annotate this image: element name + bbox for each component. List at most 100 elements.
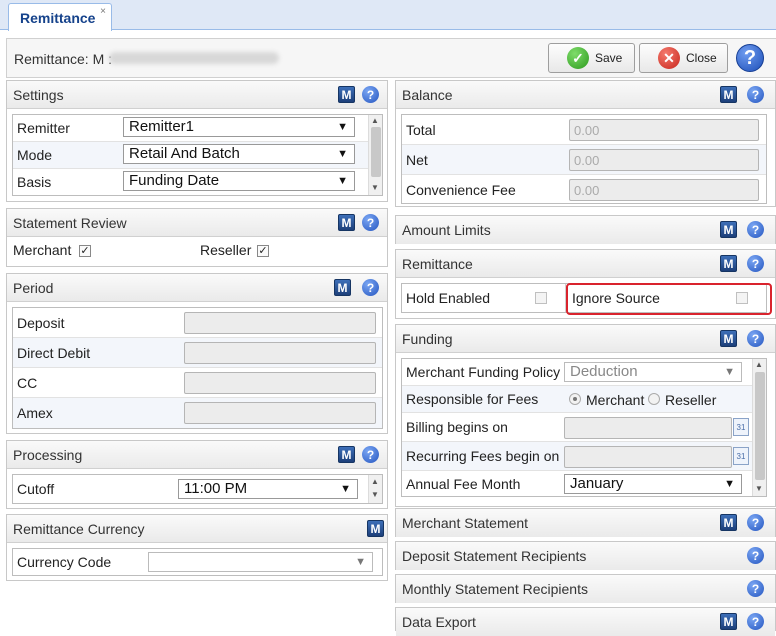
billing-begins-field[interactable] bbox=[564, 417, 732, 439]
help-icon[interactable]: ? bbox=[747, 221, 764, 238]
funding-grid: Merchant Funding Policy Deduction ▼ Respo… bbox=[401, 358, 767, 497]
m-icon[interactable]: M bbox=[334, 279, 351, 296]
merchant-statement-header[interactable]: Merchant Statement M ? bbox=[396, 509, 775, 537]
deposit-recipients-panel[interactable]: Deposit Statement Recipients ? bbox=[395, 541, 776, 570]
funding-row-billing: Billing begins on 31 bbox=[402, 413, 766, 442]
currency-code-select[interactable]: ▼ bbox=[148, 552, 373, 572]
help-icon[interactable]: ? bbox=[747, 580, 764, 597]
direct-debit-field[interactable] bbox=[184, 342, 376, 364]
net-field[interactable]: 0.00 bbox=[569, 149, 759, 171]
close-button[interactable]: ✕ Close bbox=[639, 43, 728, 73]
data-export-panel[interactable]: Data Export M ? bbox=[395, 607, 776, 636]
responsible-reseller-radio[interactable] bbox=[648, 393, 660, 405]
scroll-down-icon[interactable]: ▼ bbox=[371, 183, 379, 192]
help-icon[interactable]: ? bbox=[747, 613, 764, 630]
currency-grid: Currency Code ▼ bbox=[12, 548, 383, 576]
help-icon[interactable]: ? bbox=[747, 547, 764, 564]
m-icon[interactable]: M bbox=[338, 86, 355, 103]
funding-header: Funding M ? bbox=[396, 325, 775, 353]
remittance-section-header: Remittance M ? bbox=[396, 250, 775, 278]
m-icon[interactable]: M bbox=[720, 514, 737, 531]
tab-close-icon[interactable]: × bbox=[100, 6, 106, 17]
help-icon[interactable]: ? bbox=[747, 330, 764, 347]
m-icon[interactable]: M bbox=[720, 86, 737, 103]
deposit-recipients-title: Deposit Statement Recipients bbox=[402, 548, 587, 564]
deposit-field[interactable] bbox=[184, 312, 376, 334]
help-icon[interactable]: ? bbox=[747, 514, 764, 531]
redacted-merchant-name bbox=[109, 52, 279, 64]
settings-title: Settings bbox=[13, 87, 64, 103]
balance-header: Balance M ? bbox=[396, 81, 775, 109]
help-icon[interactable]: ? bbox=[362, 279, 379, 296]
currency-code-label: Currency Code bbox=[17, 554, 112, 570]
statement-review-panel: Statement Review M ? Merchant ✓ Reseller… bbox=[6, 208, 388, 267]
m-icon[interactable]: M bbox=[720, 221, 737, 238]
hold-enabled-label: Hold Enabled bbox=[406, 290, 491, 306]
funding-policy-select[interactable]: Deduction ▼ bbox=[564, 362, 742, 382]
dropdown-arrow-icon: ▼ bbox=[724, 366, 735, 378]
help-icon[interactable]: ? bbox=[362, 86, 379, 103]
recurring-fees-field[interactable] bbox=[564, 446, 732, 468]
amount-limits-panel[interactable]: Amount Limits M ? bbox=[395, 215, 776, 244]
annual-fee-month-select[interactable]: January ▼ bbox=[564, 474, 742, 494]
scroll-thumb[interactable] bbox=[371, 127, 381, 177]
m-icon[interactable]: M bbox=[720, 613, 737, 630]
m-icon[interactable]: M bbox=[338, 446, 355, 463]
merchant-review-checkbox[interactable]: ✓ bbox=[79, 245, 91, 257]
remittance-panel: Remittance M ? Hold Enabled Ignore Sourc… bbox=[395, 249, 776, 319]
remittance-section-title: Remittance bbox=[402, 256, 473, 272]
calendar-icon[interactable]: 31 bbox=[733, 418, 749, 436]
scroll-thumb[interactable] bbox=[755, 372, 765, 480]
remittance-title: Remittance: M : bbox=[14, 51, 113, 67]
cc-field[interactable] bbox=[184, 372, 376, 394]
settings-row-basis: Basis Funding Date ▼ bbox=[13, 169, 382, 196]
mode-select[interactable]: Retail And Batch ▼ bbox=[123, 144, 355, 164]
spin-down-icon[interactable]: ▼ bbox=[371, 490, 379, 499]
cutoff-spinner[interactable]: ▲ ▼ bbox=[368, 475, 382, 503]
merchant-statement-title: Merchant Statement bbox=[402, 515, 529, 531]
tab-bar: Remittance × bbox=[0, 0, 776, 31]
help-icon[interactable]: ? bbox=[747, 255, 764, 272]
hold-enabled-checkbox[interactable] bbox=[535, 292, 547, 304]
monthly-recipients-header[interactable]: Monthly Statement Recipients ? bbox=[396, 575, 775, 603]
m-icon[interactable]: M bbox=[720, 330, 737, 347]
processing-panel: Processing M ? Cutoff 11:00 PM ▼ ▲ ▼ bbox=[6, 440, 388, 509]
total-field[interactable]: 0.00 bbox=[569, 119, 759, 141]
calendar-icon[interactable]: 31 bbox=[733, 447, 749, 465]
m-icon[interactable]: M bbox=[338, 214, 355, 231]
funding-scrollbar[interactable]: ▲ ▼ bbox=[752, 359, 766, 496]
deposit-label: Deposit bbox=[17, 315, 65, 331]
spin-up-icon[interactable]: ▲ bbox=[371, 477, 379, 486]
amount-limits-header[interactable]: Amount Limits M ? bbox=[396, 216, 775, 244]
scroll-up-icon[interactable]: ▲ bbox=[371, 116, 379, 125]
reseller-review-checkbox[interactable]: ✓ bbox=[257, 245, 269, 257]
cutoff-select[interactable]: 11:00 PM ▼ bbox=[178, 479, 358, 499]
convenience-fee-label: Convenience Fee bbox=[406, 182, 516, 198]
merchant-statement-panel[interactable]: Merchant Statement M ? bbox=[395, 508, 776, 537]
responsible-merchant-radio[interactable] bbox=[569, 393, 581, 405]
scroll-down-icon[interactable]: ▼ bbox=[755, 484, 763, 493]
amex-label: Amex bbox=[17, 405, 53, 421]
tab-remittance[interactable]: Remittance × bbox=[8, 3, 112, 31]
settings-scrollbar[interactable]: ▲ ▼ bbox=[368, 115, 382, 195]
monthly-recipients-panel[interactable]: Monthly Statement Recipients ? bbox=[395, 574, 776, 603]
direct-debit-label: Direct Debit bbox=[17, 345, 91, 361]
mode-label: Mode bbox=[17, 147, 53, 163]
save-button[interactable]: ✓ Save bbox=[548, 43, 635, 73]
basis-select[interactable]: Funding Date ▼ bbox=[123, 171, 355, 191]
amex-field[interactable] bbox=[184, 402, 376, 424]
help-icon[interactable]: ? bbox=[736, 44, 764, 72]
scroll-up-icon[interactable]: ▲ bbox=[755, 360, 763, 369]
remitter-select[interactable]: Remitter1 ▼ bbox=[123, 117, 355, 137]
processing-grid: Cutoff 11:00 PM ▼ ▲ ▼ bbox=[12, 474, 383, 504]
data-export-header[interactable]: Data Export M ? bbox=[396, 608, 775, 636]
help-icon[interactable]: ? bbox=[362, 446, 379, 463]
convenience-fee-field[interactable]: 0.00 bbox=[569, 179, 759, 201]
m-icon[interactable]: M bbox=[367, 520, 384, 537]
dropdown-arrow-icon: ▼ bbox=[337, 175, 348, 187]
help-icon[interactable]: ? bbox=[747, 86, 764, 103]
help-icon[interactable]: ? bbox=[362, 214, 379, 231]
deposit-recipients-header[interactable]: Deposit Statement Recipients ? bbox=[396, 542, 775, 570]
recurring-fees-label: Recurring Fees begin on bbox=[406, 448, 560, 464]
m-icon[interactable]: M bbox=[720, 255, 737, 272]
